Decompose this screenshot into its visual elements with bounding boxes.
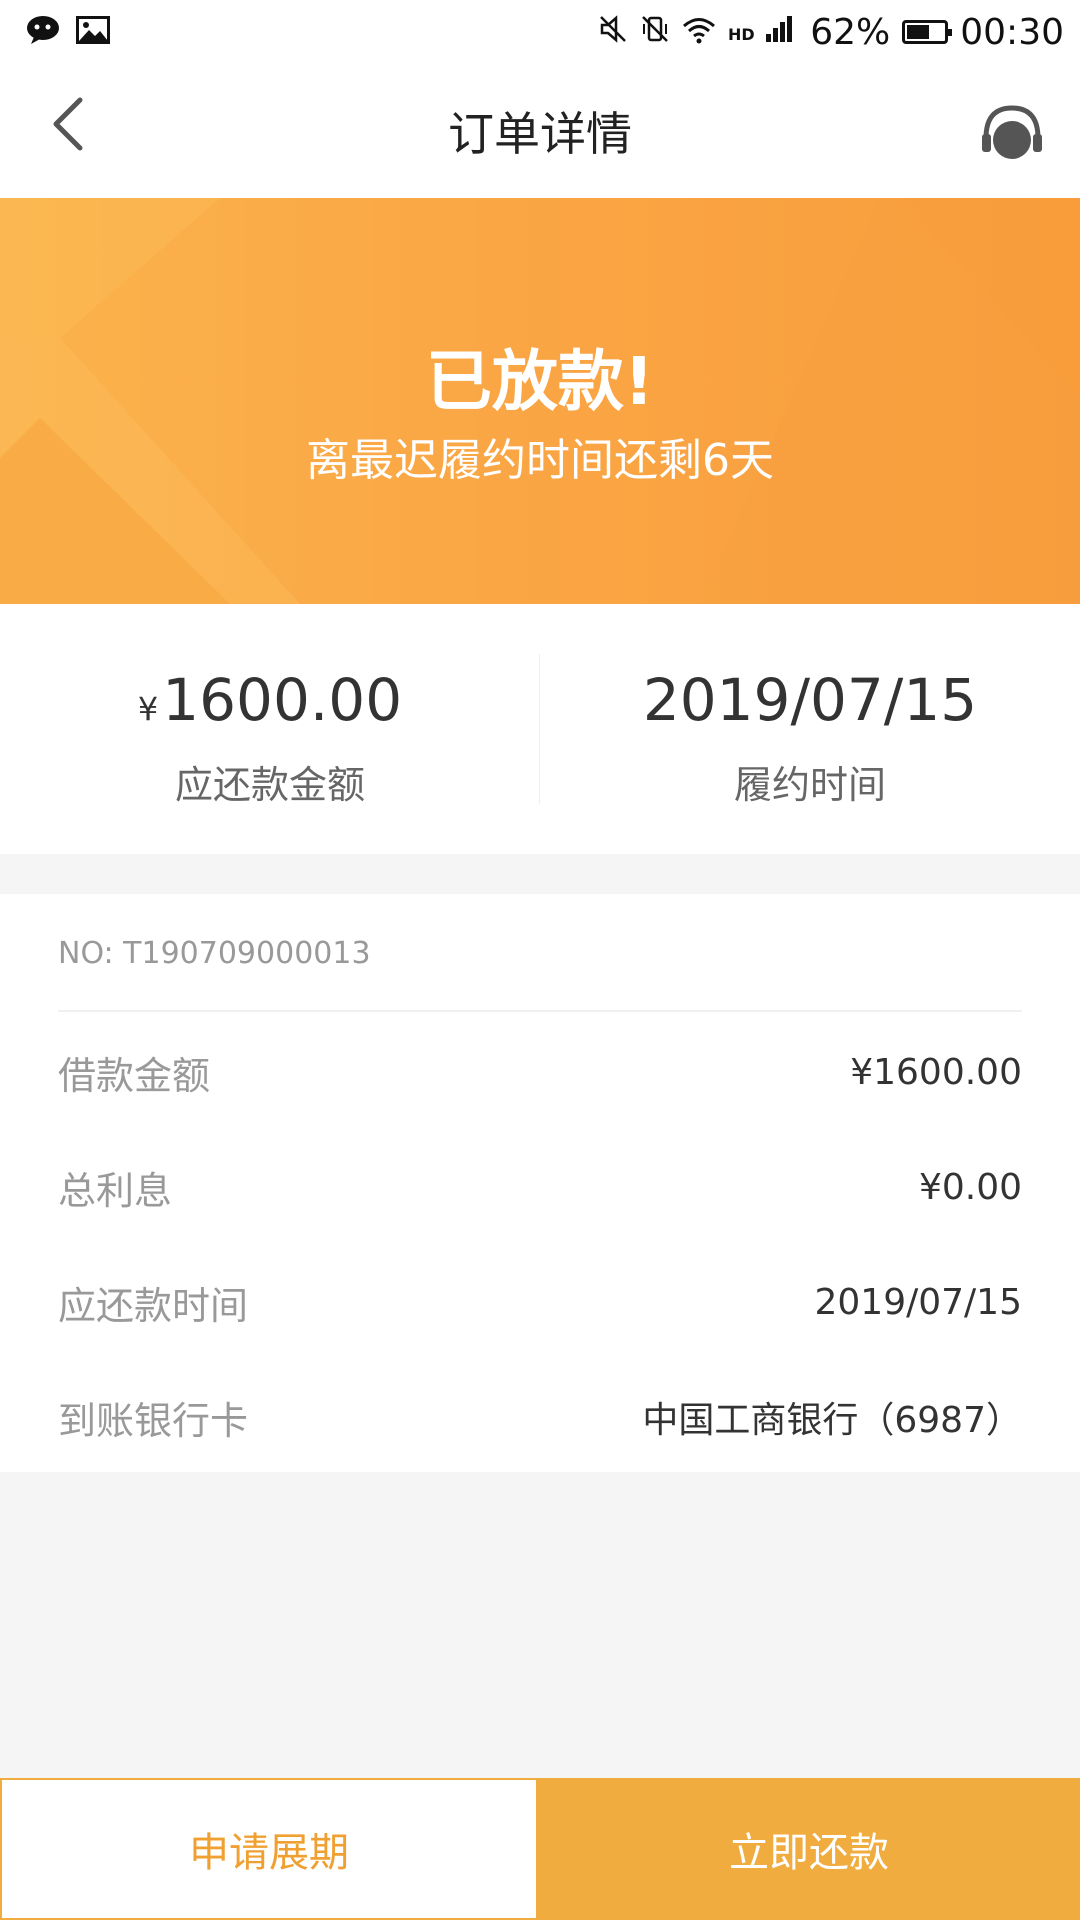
battery-percent: 62% [810,11,891,53]
order-number: NO: T190709000013 [58,936,371,971]
app-header: 订单详情 [0,64,1080,198]
detail-label: 应还款时间 [58,1283,249,1328]
svg-text:HD: HD [728,25,755,44]
image-icon [76,16,110,48]
detail-label: 到账银行卡 [58,1398,249,1443]
wechat-icon [26,15,60,49]
repayment-summary: ¥1600.00 应还款金额 2019/07/15 履约时间 [0,604,1080,854]
detail-row-loan-amount: 借款金额 ¥1600.00 [58,1042,1022,1102]
detail-row-total-interest: 总利息 ¥0.00 [58,1157,1022,1217]
date-summary: 2019/07/15 履约时间 [540,604,1080,854]
detail-row-bank-card: 到账银行卡 中国工商银行（6987） [58,1387,1022,1447]
status-banner: 已放款! 离最迟履约时间还剩6天 [0,198,1080,604]
apply-extension-button[interactable]: 申请展期 [0,1778,538,1920]
banner-subtitle: 离最迟履约时间还剩6天 [306,435,774,486]
amount-due-value: ¥1600.00 [0,666,540,734]
status-bar-right: HD 62% 00:30 [598,12,1080,53]
due-date-label: 履约时间 [733,763,886,807]
repay-now-button[interactable]: 立即还款 [538,1778,1080,1920]
detail-value: ¥0.00 [918,1166,1022,1208]
bottom-actions: 申请展期 立即还款 [0,1778,1080,1920]
detail-row-repayment-date: 应还款时间 2019/07/15 [58,1272,1022,1332]
banner-title: 已放款! [425,343,655,420]
customer-service-button[interactable] [980,104,1044,164]
detail-value: 中国工商银行（6987） [642,1400,1022,1441]
amount-number: 1600.00 [162,666,403,734]
detail-label: 总利息 [58,1168,173,1213]
battery-icon [902,20,953,44]
detail-value: 2019/07/15 [814,1281,1023,1323]
amount-summary: ¥1600.00 应还款金额 [0,604,540,854]
mute-icon [598,12,628,53]
wifi-icon [682,12,716,53]
page-title: 订单详情 [448,107,632,161]
detail-value: ¥1600.00 [850,1051,1022,1093]
status-bar-left [0,15,110,49]
currency-symbol: ¥ [137,690,159,728]
vibrate-off-icon [640,12,670,53]
status-bar: HD 62% 00:30 [0,0,1080,64]
clock: 00:30 [960,11,1064,53]
hd-signal-icon: HD [728,12,798,53]
details-divider [58,1010,1022,1012]
headset-icon [982,105,1042,159]
due-date-value: 2019/07/15 [642,666,978,734]
amount-due-label: 应还款金额 [174,763,365,807]
order-details: NO: T190709000013 借款金额 ¥1600.00 总利息 ¥0.0… [0,894,1080,1472]
detail-label: 借款金额 [58,1053,211,1098]
